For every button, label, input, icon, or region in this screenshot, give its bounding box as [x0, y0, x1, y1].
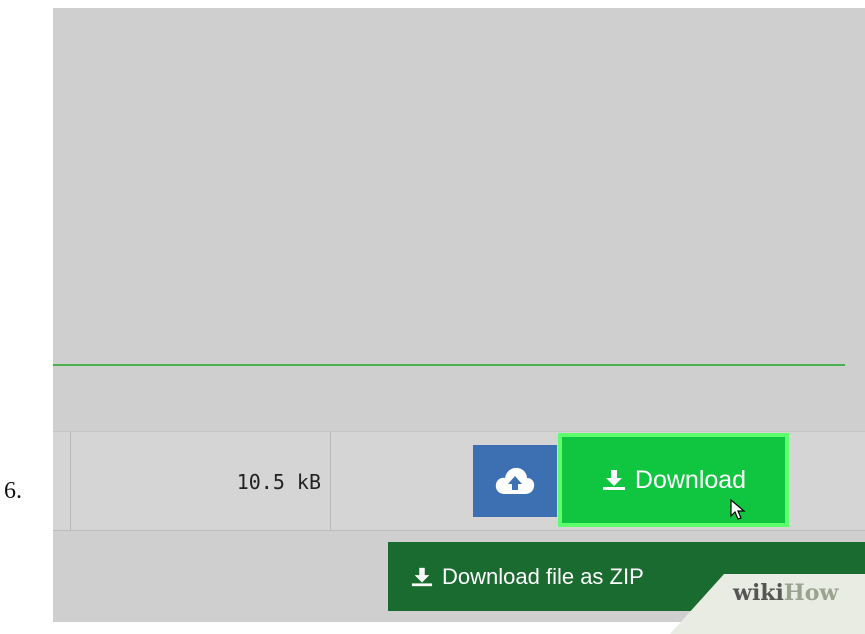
- download-button[interactable]: Download: [558, 433, 789, 527]
- download-icon: [602, 470, 625, 490]
- mouse-cursor-icon: [730, 499, 746, 520]
- cloud-upload-icon: [495, 467, 535, 494]
- download-button-label: Download: [634, 465, 747, 494]
- wikihow-watermark: wikiHow: [733, 580, 839, 606]
- upload-button[interactable]: [473, 445, 557, 517]
- download-zip-label: Download file as ZIP: [442, 563, 644, 589]
- download-icon: [411, 567, 433, 586]
- step-number: 6.: [4, 478, 22, 504]
- cell-divider: [70, 432, 71, 530]
- app-screenshot: 10.5 kB Download Download file as ZIP: [53, 8, 865, 622]
- cell-divider: [330, 432, 331, 530]
- progress-line: [53, 364, 845, 366]
- file-size: 10.5 kB: [236, 470, 321, 494]
- file-row: 10.5 kB Download: [53, 431, 865, 531]
